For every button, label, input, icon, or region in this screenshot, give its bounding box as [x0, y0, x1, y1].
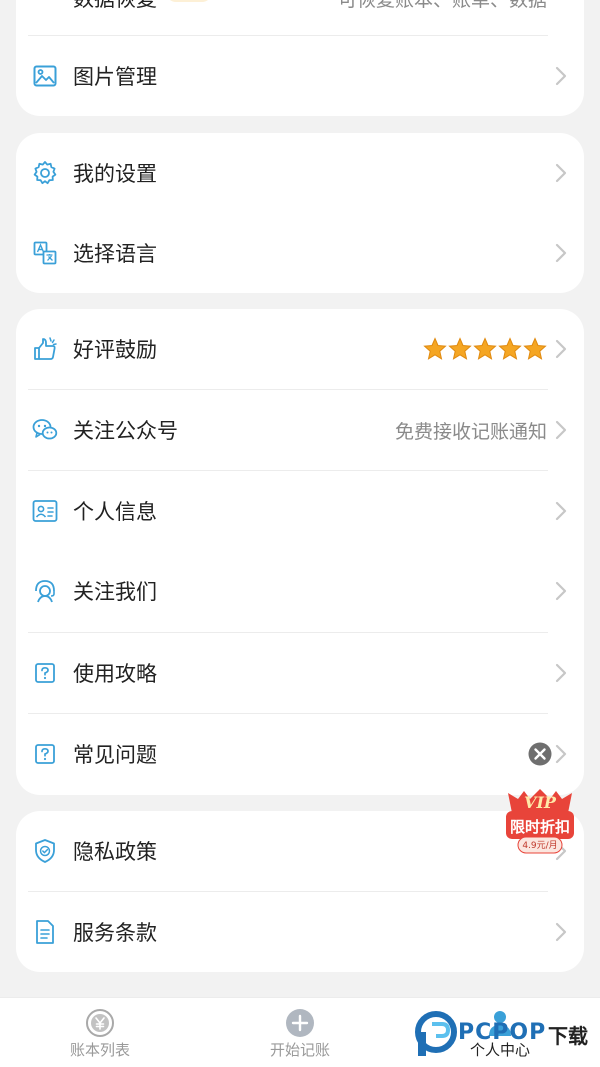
menu-item-follow-us[interactable]: 关注我们 [16, 551, 584, 631]
help-icon [32, 660, 58, 686]
menu-item-rate-us[interactable]: 好评鼓励 [16, 309, 584, 389]
watermark-brand: PCPOP [458, 1020, 547, 1045]
menu-item-label: 图片管理 [73, 65, 157, 89]
id-card-icon [32, 498, 58, 524]
star-icon [498, 337, 522, 360]
menu-item-image-manage[interactable]: 图片管理 [16, 36, 584, 116]
headset-icon [32, 578, 58, 604]
menu-item-data-restore[interactable]: 数据恢复 可恢复账本、账单、数据 [16, 0, 584, 38]
menu-card-settings: 我的设置 选择语言 [16, 133, 584, 293]
chevron-right-icon [555, 243, 567, 263]
tab-label: 开始记账 [269, 1041, 330, 1059]
star-icon [448, 337, 472, 360]
menu-item-follow-official-account[interactable]: 关注公众号 免费接收记账通知 [16, 390, 584, 470]
chevron-right-icon [555, 163, 567, 183]
yen-icon [86, 1009, 114, 1037]
rating-stars[interactable] [423, 337, 547, 361]
shield-icon [32, 838, 58, 864]
menu-item-label: 常见问题 [73, 743, 157, 767]
star-icon [523, 337, 547, 360]
chevron-right-icon [555, 922, 567, 942]
menu-item-label: 使用攻略 [73, 662, 157, 686]
translate-icon [32, 240, 58, 266]
menu-item-label: 关注公众号 [73, 419, 178, 443]
menu-item-label: 关注我们 [73, 580, 157, 604]
menu-item-faq[interactable]: 常见问题 [16, 714, 584, 794]
help-icon [32, 741, 58, 767]
chevron-right-icon [555, 744, 567, 764]
menu-item-terms-of-service[interactable]: 服务条款 [16, 892, 584, 972]
menu-card-data: 数据恢复 可恢复账本、账单、数据 图片管理 [16, 0, 584, 116]
thumbs-up-icon [32, 336, 58, 362]
menu-item-label: 好评鼓励 [73, 338, 157, 362]
chevron-right-icon [555, 66, 567, 86]
chevron-right-icon [555, 420, 567, 440]
star-icon [473, 337, 497, 360]
menu-item-my-settings[interactable]: 我的设置 [16, 133, 584, 213]
menu-item-privacy-policy[interactable]: 隐私政策 [16, 811, 584, 891]
chevron-right-icon [555, 663, 567, 683]
tab-ledger-list[interactable]: 账本列表 [0, 998, 200, 1067]
tab-label: 账本列表 [69, 1041, 130, 1059]
menu-item-label: 我的设置 [73, 162, 157, 186]
tab-start-bookkeeping[interactable]: 开始记账 [200, 998, 400, 1067]
chevron-right-icon [555, 339, 567, 359]
menu-card-legal: 隐私政策 服务条款 [16, 811, 584, 972]
menu-item-label: 选择语言 [73, 242, 157, 266]
menu-item-user-guide[interactable]: 使用攻略 [16, 633, 584, 713]
menu-item-select-language[interactable]: 选择语言 [16, 213, 584, 293]
menu-item-hint: 免费接收记账通知 [394, 420, 547, 443]
menu-item-label: 个人信息 [73, 500, 157, 524]
new-badge [166, 0, 212, 2]
wechat-icon [32, 417, 58, 443]
menu-item-personal-info[interactable]: 个人信息 [16, 471, 584, 551]
menu-item-label: 服务条款 [73, 921, 157, 945]
star-icon [423, 337, 447, 360]
menu-item-hint: 可恢复账本、账单、数据 [338, 0, 547, 12]
menu-item-label: 数据恢复 [73, 0, 157, 13]
plus-icon [286, 1009, 314, 1037]
gear-icon [32, 160, 58, 186]
document-icon [32, 919, 58, 945]
menu-card-general: 好评鼓励 关注公众号 免费接收记账通知 个人信息 关注我们 使用攻略 常见问题 [16, 309, 584, 795]
vip-subtitle: 限时折扣 [509, 818, 570, 836]
vip-title: VIP [524, 793, 556, 812]
vip-promo-badge[interactable]: VIP 限时折扣 4.9元/月 [502, 787, 578, 859]
vip-price: 4.9元/月 [522, 841, 558, 851]
menu-item-label: 隐私政策 [73, 840, 157, 864]
watermark-suffix: 下载 [548, 1024, 588, 1048]
image-icon [32, 63, 58, 89]
chevron-right-icon [555, 581, 567, 601]
chevron-right-icon [555, 501, 567, 521]
close-icon[interactable] [528, 742, 552, 766]
